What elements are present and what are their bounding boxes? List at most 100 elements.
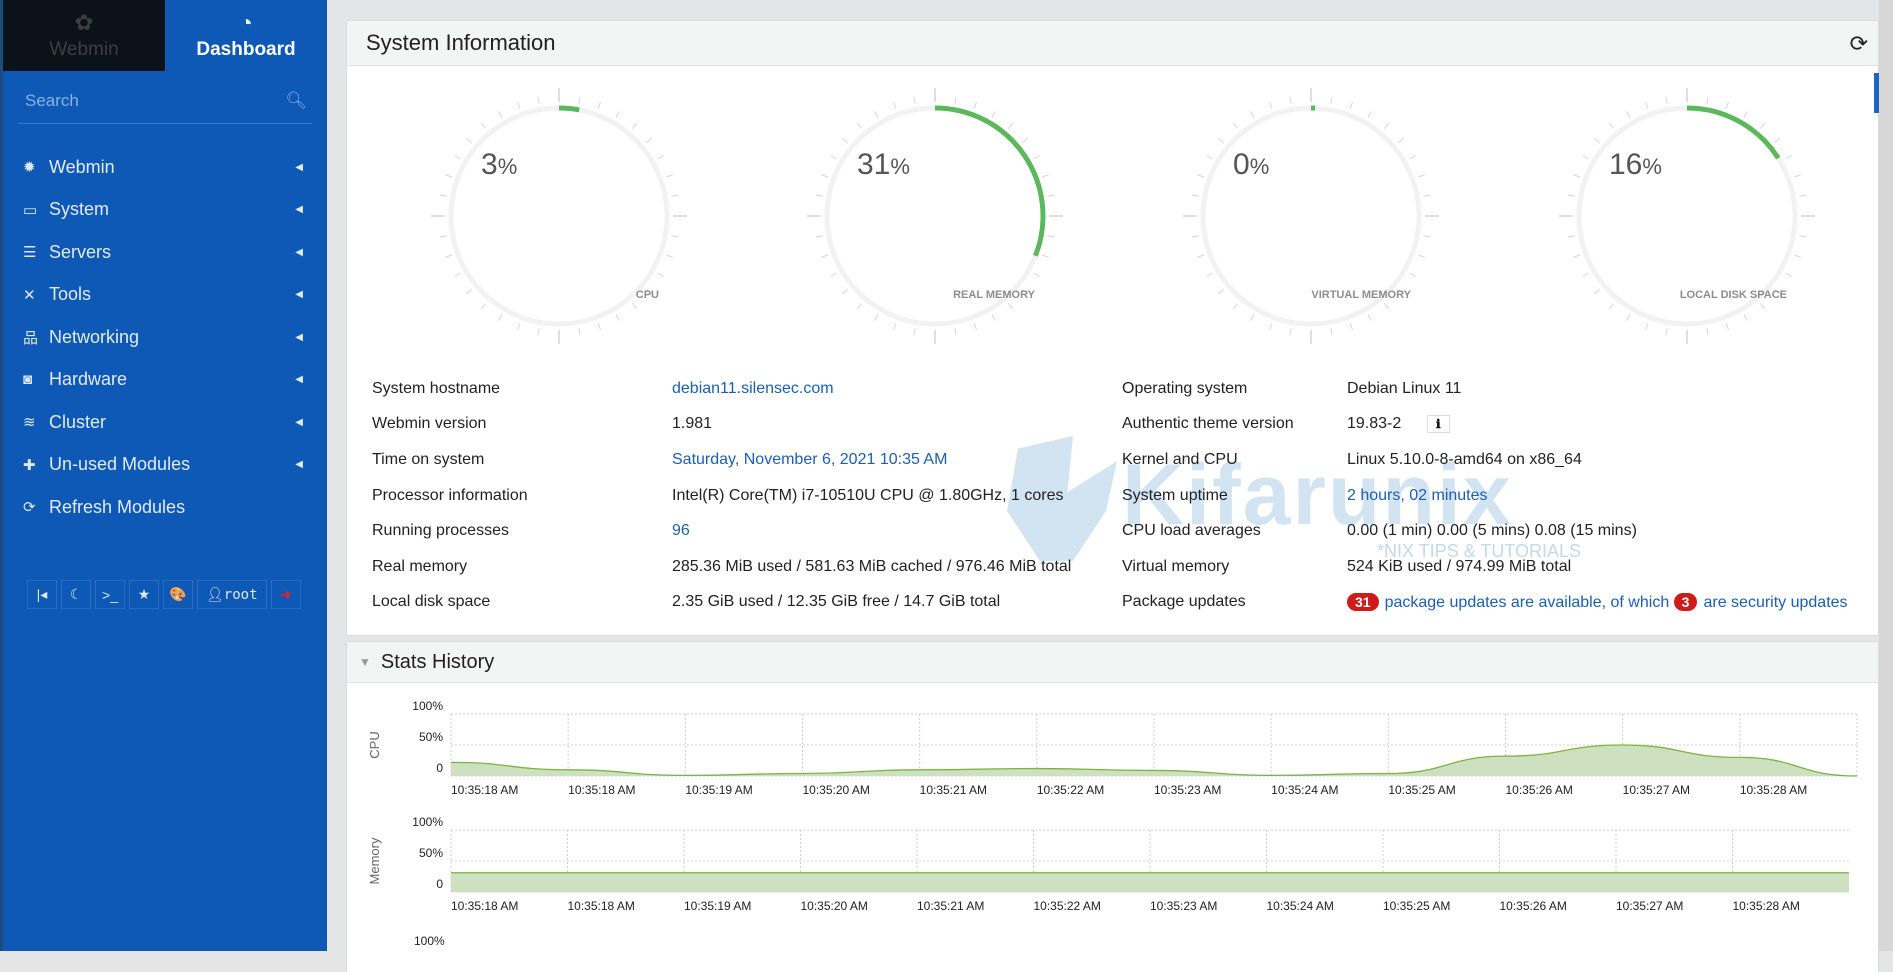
gauge-tick xyxy=(579,328,580,335)
sidebar-item-servers[interactable]: ☰Servers◀ xyxy=(3,231,327,274)
gauge-tick xyxy=(1594,138,1599,142)
info-row: Real memory285.36 MiB used / 581.63 MiB … xyxy=(372,549,1112,585)
sidebar-item-label: Cluster xyxy=(49,412,295,433)
gauge-tick xyxy=(1774,138,1779,142)
gauge-tick xyxy=(1218,138,1223,142)
x-tick-label: 10:35:24 AM xyxy=(1267,899,1334,913)
terminal-button[interactable]: >_ xyxy=(95,580,125,609)
info-column-right: Operating systemDebian Linux 11Authentic… xyxy=(1122,371,1893,620)
info-row: Webmin version1.981 xyxy=(372,407,1112,443)
tools-icon: ✕ xyxy=(23,286,49,304)
gauge-tick xyxy=(1418,175,1425,177)
y-tick-label: 50% xyxy=(419,846,443,860)
theme-palette-button[interactable]: 🎨 xyxy=(163,580,193,609)
info-value[interactable]: 2 hours, 02 minutes xyxy=(1347,487,1488,505)
x-tick-label: 10:35:19 AM xyxy=(684,899,751,913)
x-tick-label: 10:35:26 AM xyxy=(1500,899,1567,913)
info-label: Operating system xyxy=(1122,380,1247,398)
gauge-tick xyxy=(816,236,823,237)
package-updates-link[interactable]: 31package updates are available, of whic… xyxy=(1347,593,1848,612)
gauge-tick xyxy=(671,236,678,237)
gauge-tick xyxy=(1744,315,1748,321)
x-tick-label: 10:35:18 AM xyxy=(451,899,518,913)
gauge-tick xyxy=(875,111,879,117)
collapse-sidebar-button[interactable]: |◂ xyxy=(27,580,57,609)
gauge-tick xyxy=(1582,156,1588,160)
gauge-tick xyxy=(1666,97,1667,104)
stats-header[interactable]: ▼ Stats History xyxy=(347,642,1878,683)
favorites-button[interactable]: ★ xyxy=(129,580,159,609)
x-tick-label: 10:35:22 AM xyxy=(1034,899,1101,913)
info-label: Real memory xyxy=(372,558,467,576)
gauge-tick xyxy=(1410,273,1416,277)
sidebar-item-refresh-modules[interactable]: ⟳Refresh Modules xyxy=(3,486,327,529)
gauge-tick xyxy=(454,273,460,277)
caret-left-icon: ◀ xyxy=(295,374,303,385)
gauge-tick xyxy=(816,195,823,196)
info-label: Package updates xyxy=(1122,593,1246,611)
info-label: CPU load averages xyxy=(1122,522,1261,540)
info-value[interactable]: 96 xyxy=(672,522,690,540)
username: root xyxy=(224,587,258,603)
gauge-tick xyxy=(632,303,636,308)
gauge-tick xyxy=(992,111,996,117)
gauge-tick xyxy=(671,195,678,196)
gauge-tick xyxy=(1197,175,1204,177)
gauge-tick xyxy=(1646,102,1648,109)
gauge-percent-sign: % xyxy=(498,154,518,179)
gauge-tick xyxy=(857,303,861,308)
layers-icon: ≋ xyxy=(23,413,49,431)
gauge-tick xyxy=(1568,195,1575,196)
gauge-tick xyxy=(1707,97,1708,104)
gauge-tick xyxy=(1609,303,1613,308)
refresh-icon[interactable]: ⟳ xyxy=(1850,31,1868,57)
gauge-value-arc xyxy=(1687,108,1778,158)
gauge-tick xyxy=(857,123,861,128)
search-input[interactable] xyxy=(23,90,277,112)
x-tick-label: 10:35:23 AM xyxy=(1150,899,1217,913)
gauge-tick xyxy=(666,255,673,257)
sidebar-item-un-used-modules[interactable]: ✚Un-used Modules◀ xyxy=(3,444,327,487)
gauge-percent-value: 0 xyxy=(1233,148,1250,181)
y-tick-label: 100% xyxy=(414,934,445,948)
info-row: Processor informationIntel(R) Core(TM) i… xyxy=(372,478,1112,514)
tab-webmin[interactable]: ✿ Webmin xyxy=(3,0,165,71)
refresh-icon: ⟳ xyxy=(23,498,49,516)
info-value-wrap: ℹ xyxy=(1415,415,1450,433)
gauge-tick xyxy=(1799,236,1806,237)
user-button[interactable]: 👤︎ root xyxy=(197,580,267,609)
sidebar-item-webmin[interactable]: ✹Webmin◀ xyxy=(3,146,327,189)
sidebar-item-hardware[interactable]: ◙Hardware◀ xyxy=(3,359,327,402)
theme-info-button[interactable]: ℹ xyxy=(1427,415,1450,433)
gauge-tick xyxy=(1331,97,1332,104)
info-value[interactable]: Saturday, November 6, 2021 10:35 AM xyxy=(672,451,947,469)
tab-dashboard[interactable]: ◔ Dashboard xyxy=(165,0,327,71)
panel-title: System Information xyxy=(366,30,556,56)
palette-icon: 🎨 xyxy=(169,586,186,603)
gauge-tick xyxy=(1197,255,1204,257)
gauge-tick xyxy=(1218,289,1223,293)
gauge-tick xyxy=(616,315,620,321)
search-icon[interactable]: 🔍︎ xyxy=(285,91,307,111)
sidebar-tabs: ✿ Webmin ◔ Dashboard xyxy=(3,0,327,71)
sidebar-item-tools[interactable]: ✕Tools◀ xyxy=(3,274,327,317)
y-axis-label: CPU xyxy=(367,731,382,758)
gauge-tick xyxy=(830,273,836,277)
gauge-tick xyxy=(1726,102,1728,109)
gauge-tick xyxy=(1627,315,1631,321)
x-tick-label: 10:35:28 AM xyxy=(1740,783,1807,797)
sidebar-item-cluster[interactable]: ≋Cluster◀ xyxy=(3,401,327,444)
gauge-tick xyxy=(1410,156,1416,160)
x-tick-label: 10:35:21 AM xyxy=(917,899,984,913)
logout-button[interactable]: ➜ xyxy=(271,580,301,609)
page-scrollbar[interactable] xyxy=(1879,0,1893,951)
gauge-tick xyxy=(518,323,520,330)
sidebar-item-networking[interactable]: 品Networking◀ xyxy=(3,316,327,359)
night-mode-button[interactable]: ☾ xyxy=(61,580,91,609)
info-value[interactable]: debian11.silensec.com xyxy=(672,380,834,398)
gauge-tick xyxy=(1034,273,1040,277)
collapse-caret-icon[interactable]: ▼ xyxy=(359,655,371,669)
gauge-tick xyxy=(658,273,664,277)
gauge-tick xyxy=(974,102,976,109)
sidebar-item-system[interactable]: ▭System◀ xyxy=(3,189,327,232)
